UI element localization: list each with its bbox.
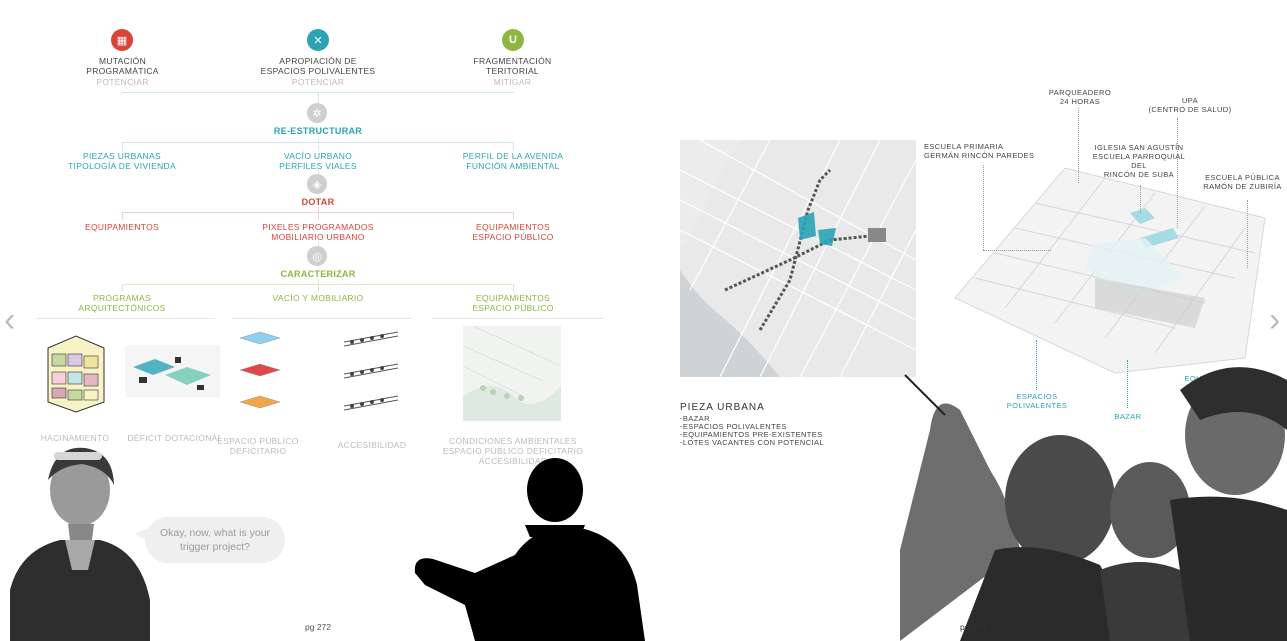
- connector: [122, 142, 123, 150]
- header-title-1: MUTACIÓN PROGRAMÁTICA: [86, 56, 159, 76]
- leader-line: [1140, 185, 1141, 213]
- thumb-label-4: ACCESIBILIDAD: [337, 440, 407, 450]
- label-upa: UPA (CENTRO DE SALUD): [1148, 96, 1232, 114]
- man-silhouette: [414, 458, 645, 641]
- page-number-right: pg 273: [960, 622, 986, 632]
- label-parqueadero: PARQUEADERO 24 HORAS: [1048, 88, 1112, 106]
- axonometric-image: [954, 167, 1266, 374]
- urban-map-image: [680, 140, 916, 377]
- accessibility-diagram-image: [343, 331, 399, 411]
- dotar-icon: ◈: [307, 174, 327, 194]
- label-iglesia: IGLESIA SAN AGUSTÍN ESCUELA PARROQUIAL D…: [1092, 143, 1186, 179]
- connector: [122, 284, 123, 292]
- leader-line: [983, 250, 1051, 251]
- speech-bubble-tail: [135, 528, 147, 540]
- pieza-item-4: -LOTES VACANTES CON POTENCIAL: [680, 438, 824, 447]
- connector: [318, 207, 319, 220]
- label-escuela-primaria: ESCUELA PRIMARIA GERMÁN RINCÓN PAREDES: [924, 142, 1035, 160]
- prev-page-arrow[interactable]: ‹: [4, 300, 22, 340]
- thumb-label-3: ESPACIO PÚBLICO DEFICITARIO: [217, 436, 299, 456]
- group-bracket: [232, 318, 412, 319]
- group-bracket: [35, 318, 215, 319]
- restructure-icon: ✲: [307, 103, 327, 123]
- caracterizar-item-2: VACÍO Y MOBILIARIO: [272, 293, 364, 303]
- woman-photo: [10, 447, 150, 641]
- label-escuela-publica: ESCUELA PÚBLICA RAMÓN DE ZUBIRÍA: [1203, 173, 1282, 191]
- caracterizar-label: CARACTERIZAR: [280, 269, 356, 279]
- leader-line: [1078, 108, 1079, 183]
- header-status-1: POTENCIAR: [96, 77, 149, 87]
- dotar-item-1: EQUIPAMIENTOS: [85, 222, 159, 232]
- cup-icon: U: [502, 29, 524, 51]
- dotar-label: DOTAR: [301, 197, 335, 207]
- housing-diagram-image: [47, 335, 105, 413]
- connector: [513, 284, 514, 292]
- restructure-item-2: VACÍO URBANO PERFILES VIALES: [279, 151, 357, 171]
- connector: [513, 212, 514, 220]
- header-status-2: POTENCIAR: [291, 77, 345, 87]
- next-page-arrow[interactable]: ›: [1269, 300, 1287, 340]
- cross-arrows-icon: ✕: [307, 29, 329, 51]
- dotar-item-2: PIXELES PROGRAMADOS MOBILIARIO URBANO: [262, 222, 374, 242]
- restructure-item-1: PIEZAS URBANAS TIPOLOGÍA DE VIVIENDA: [68, 151, 176, 171]
- building-icon: ▦: [111, 29, 133, 51]
- connector: [122, 212, 123, 220]
- connector: [513, 142, 514, 150]
- restructure-item-3: PERFIL DE LA AVENIDA FUNCIÓN AMBIENTAL: [462, 151, 564, 171]
- group-bracket: [432, 318, 604, 319]
- header-title-3: FRAGMENTACIÓN TERITORIAL: [473, 56, 552, 76]
- connector: [318, 137, 319, 150]
- deficit-diagram-image: [125, 345, 220, 397]
- caracterizar-icon: ◎: [307, 246, 327, 266]
- group-photo: [900, 367, 1287, 641]
- page-number-left: pg 272: [305, 622, 331, 632]
- caracterizar-item-1: PROGRAMAS ARQUITECTÓNICOS: [78, 293, 166, 313]
- header-title-2: APROPIACIÓN DE ESPACIOS POLIVALENTES: [260, 56, 376, 76]
- speech-bubble-text: Okay, now, what is your trigger project?: [159, 527, 271, 553]
- public-space-diagram-image: [239, 331, 281, 409]
- restructure-label: RE-ESTRUCTURAR: [273, 126, 363, 136]
- environment-diagram-image: [463, 326, 561, 421]
- connector: [318, 279, 319, 292]
- dotar-item-3: EQUIPAMIENTOS ESPACIO PÚBLICO: [472, 222, 554, 242]
- leader-line: [983, 165, 984, 250]
- pieza-title: PIEZA URBANA: [680, 402, 765, 413]
- leader-line: [1247, 200, 1248, 268]
- caracterizar-item-3: EQUIPAMIENTOS ESPACIO PÚBLICO: [472, 293, 554, 313]
- header-status-3: MITIGAR: [493, 77, 532, 87]
